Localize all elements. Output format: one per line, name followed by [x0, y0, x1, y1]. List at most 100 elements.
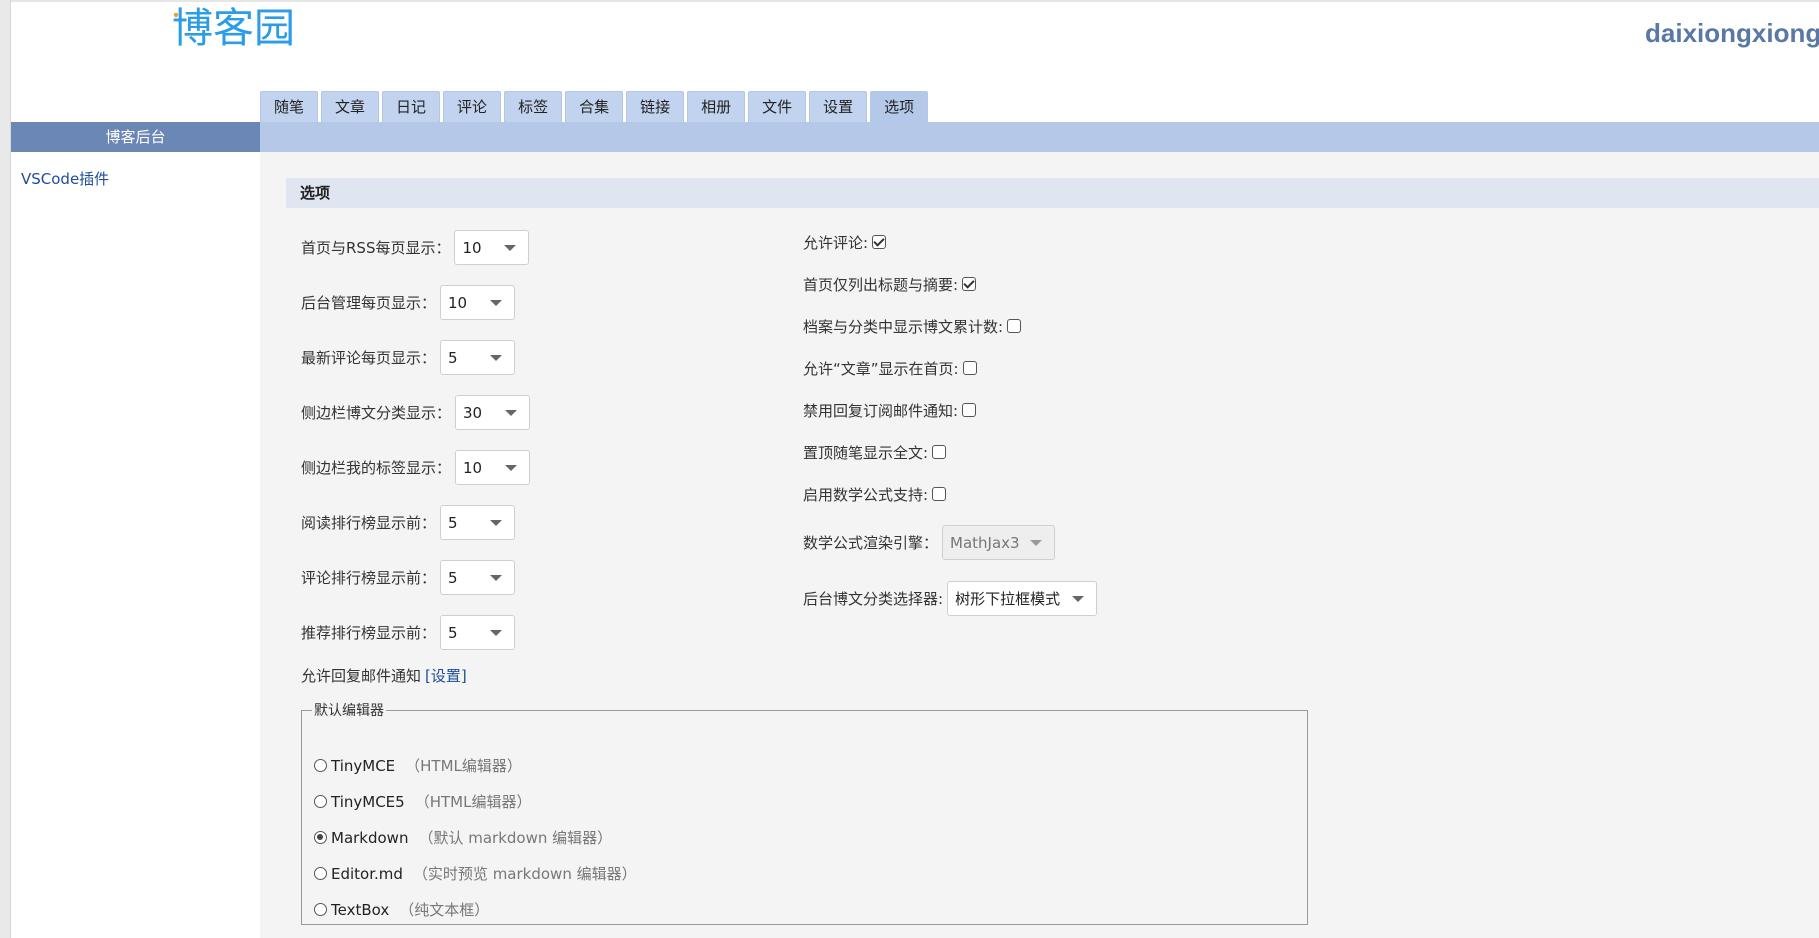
pinned-full-text-checkbox[interactable]: [932, 445, 947, 459]
chevron-down-icon: [490, 575, 503, 581]
editor-desc: （纯文本框）: [399, 901, 490, 919]
option-label: 允许“文章”显示在首页:: [803, 359, 959, 378]
disable-reply-mail-checkbox[interactable]: [962, 403, 977, 417]
editor-option-editormd[interactable]: Editor.md （实时预览 markdown 编辑器）: [314, 863, 637, 884]
archive-post-count-checkbox[interactable]: [1007, 319, 1022, 333]
recommend-ranking-select[interactable]: 5: [440, 615, 516, 650]
select-value: 30: [463, 403, 483, 422]
option-label: 启用数学公式支持:: [803, 485, 929, 504]
option-category-selector: 后台博文分类选择器: 树形下拉框模式: [803, 581, 1098, 616]
option-label: 侧边栏我的标签显示：: [301, 459, 452, 477]
chevron-down-icon: [490, 355, 503, 361]
latest-comments-per-page-select[interactable]: 5: [440, 340, 516, 375]
option-comment-ranking: 评论排行榜显示前： 5: [301, 560, 516, 595]
option-latest-comments-per-page: 最新评论每页显示： 5: [301, 340, 516, 375]
sidebar-categories-select[interactable]: 30: [455, 395, 531, 430]
option-label: 数学公式渲染引擎：: [803, 534, 939, 552]
sidebar-header: 博客后台: [11, 122, 260, 152]
option-label: 允许评论:: [803, 233, 869, 252]
tab-links[interactable]: 链接: [626, 91, 685, 122]
logo-dot: [173, 12, 179, 18]
option-allow-comments: 允许评论:: [803, 233, 887, 252]
cnblogs-logo[interactable]: 博客园: [172, 2, 322, 52]
category-selector-select[interactable]: 树形下拉框模式: [947, 581, 1098, 616]
textbox-radio[interactable]: [314, 903, 327, 916]
option-math-support: 启用数学公式支持:: [803, 485, 947, 504]
option-math-engine: 数学公式渲染引擎： MathJax3: [803, 525, 1056, 560]
tab-tags[interactable]: 标签: [504, 91, 563, 122]
comment-ranking-select[interactable]: 5: [440, 560, 516, 595]
chevron-down-icon: [490, 630, 503, 636]
select-value: 10: [463, 458, 483, 477]
default-editor-group: 默认编辑器 TinyMCE （HTML编辑器） TinyMCE5 （HTML编辑…: [301, 700, 1308, 925]
editormd-radio[interactable]: [314, 867, 327, 880]
select-value: 树形下拉框模式: [955, 590, 1061, 608]
reply-notice-settings-link[interactable]: [设置]: [425, 665, 467, 686]
markdown-radio[interactable]: [314, 831, 327, 844]
editor-name: TinyMCE5: [331, 792, 405, 811]
tab-diary[interactable]: 日记: [382, 91, 441, 122]
tab-files[interactable]: 文件: [748, 91, 807, 122]
articles-on-home-checkbox[interactable]: [962, 361, 977, 375]
top-tabs: 随笔 文章 日记 评论 标签 合集 链接 相册 文件 设置 选项: [260, 91, 929, 122]
tab-comments[interactable]: 评论: [443, 91, 502, 122]
editor-option-textbox[interactable]: TextBox （纯文本框）: [314, 899, 489, 920]
math-engine-select[interactable]: MathJax3: [942, 525, 1056, 560]
option-archive-post-count: 档案与分类中显示博文累计数:: [803, 317, 1022, 336]
editor-name: Editor.md: [331, 864, 403, 883]
home-rss-per-page-select[interactable]: 10: [454, 230, 530, 265]
option-label: 首页与RSS每页显示：: [301, 239, 451, 257]
editor-desc: （HTML编辑器）: [414, 793, 532, 811]
tab-albums[interactable]: 相册: [687, 91, 746, 122]
editor-option-tinymce[interactable]: TinyMCE （HTML编辑器）: [314, 755, 522, 776]
option-label: 禁用回复订阅邮件通知:: [803, 401, 959, 420]
editor-desc: （HTML编辑器）: [405, 757, 522, 775]
tab-settings[interactable]: 设置: [809, 91, 868, 122]
option-label: 后台管理每页显示：: [301, 294, 437, 312]
tab-collections[interactable]: 合集: [565, 91, 624, 122]
sidebar-tags-select[interactable]: 10: [455, 450, 531, 485]
chevron-down-icon: [505, 410, 518, 416]
read-ranking-select[interactable]: 5: [440, 505, 516, 540]
select-value: 5: [448, 568, 458, 587]
option-label: 推荐排行榜显示前：: [301, 624, 437, 642]
select-value: 5: [448, 348, 458, 367]
math-support-checkbox[interactable]: [932, 487, 947, 501]
option-home-title-summary: 首页仅列出标题与摘要:: [803, 275, 977, 294]
select-value: 10: [462, 238, 482, 257]
option-sidebar-categories: 侧边栏博文分类显示： 30: [301, 395, 531, 430]
chevron-down-icon: [490, 300, 503, 306]
sidebar: VSCode插件: [11, 152, 260, 938]
allow-comments-checkbox[interactable]: [872, 235, 887, 249]
tinymce5-radio[interactable]: [314, 795, 327, 808]
option-label: 置顶随笔显示全文:: [803, 443, 929, 462]
logo-graphic: 博客园: [172, 4, 295, 51]
editor-name: TinyMCE: [331, 756, 396, 775]
home-title-summary-checkbox[interactable]: [962, 277, 977, 291]
editor-option-markdown[interactable]: Markdown （默认 markdown 编辑器）: [314, 827, 612, 848]
reply-mail-notice: 允许回复邮件通知 [设置]: [301, 665, 467, 685]
option-label: 最新评论每页显示：: [301, 349, 437, 367]
option-read-ranking: 阅读排行榜显示前： 5: [301, 505, 516, 540]
editor-name: TextBox: [331, 900, 390, 919]
option-label: 评论排行榜显示前：: [301, 569, 437, 587]
tab-options[interactable]: 选项: [870, 91, 929, 122]
tab-posts[interactable]: 随笔: [260, 91, 319, 122]
tab-articles[interactable]: 文章: [321, 91, 380, 122]
logo-text: 博客园: [172, 4, 295, 51]
select-value: 10: [448, 293, 468, 312]
option-label: 侧边栏博文分类显示：: [301, 404, 452, 422]
admin-per-page-select[interactable]: 10: [440, 285, 516, 320]
chevron-down-icon: [504, 245, 517, 251]
default-editor-legend: 默认编辑器: [314, 703, 384, 719]
tinymce-radio[interactable]: [314, 759, 327, 772]
username[interactable]: daixiongxiong: [1645, 18, 1819, 49]
sidebar-item-vscode-plugin[interactable]: VSCode插件: [21, 168, 109, 189]
option-label: 阅读排行榜显示前：: [301, 514, 437, 532]
option-pinned-full-text: 置顶随笔显示全文:: [803, 443, 947, 462]
chevron-down-icon: [1072, 596, 1085, 602]
window-left-border: [0, 0, 11, 938]
select-value: 5: [448, 623, 458, 642]
tab-content-bar: [260, 122, 1819, 152]
editor-option-tinymce5[interactable]: TinyMCE5 （HTML编辑器）: [314, 791, 531, 812]
